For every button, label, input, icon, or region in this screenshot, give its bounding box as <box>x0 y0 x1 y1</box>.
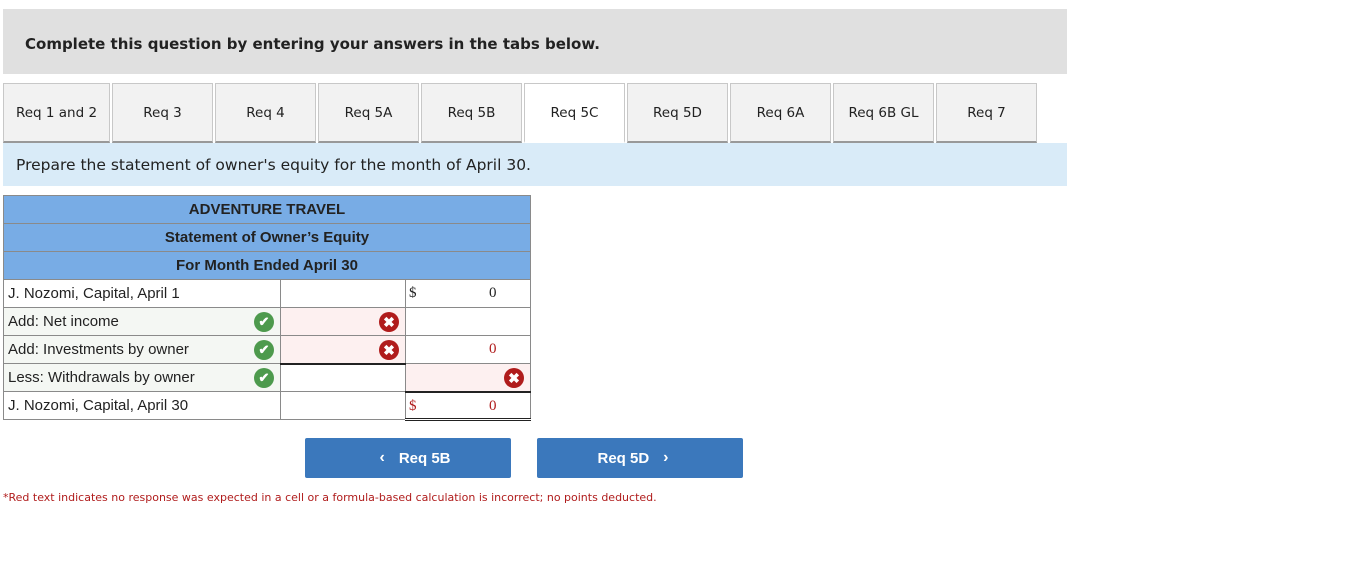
tab-req-5d[interactable]: Req 5D <box>627 83 728 143</box>
right-input[interactable]: $ 0 <box>405 279 531 308</box>
prev-label: Req 5B <box>398 449 451 467</box>
prev-button[interactable]: ‹ Req 5B <box>305 438 511 478</box>
mid-input[interactable] <box>280 391 406 420</box>
check-icon: ✔ <box>254 340 274 360</box>
amount: 0 <box>489 397 497 414</box>
tab-req-5a[interactable]: Req 5A <box>318 83 419 143</box>
tab-req-7[interactable]: Req 7 <box>936 83 1037 143</box>
table-row: Less: Withdrawals by owner ✔ ✖ <box>3 363 531 393</box>
mid-input[interactable]: ✖ <box>280 307 406 336</box>
next-button[interactable]: Req 5D › <box>537 438 743 478</box>
dollar-sign: $ <box>409 397 417 414</box>
chevron-left-icon: ‹ <box>379 449 385 466</box>
tab-req-5c[interactable]: Req 5C <box>524 83 625 143</box>
chevron-right-icon: › <box>663 449 669 466</box>
cross-icon: ✖ <box>504 368 524 388</box>
prompt-bar: Prepare the statement of owner's equity … <box>3 143 1067 186</box>
table-row: Add: Net income ✔ ✖ <box>3 307 531 336</box>
prompt-text: Prepare the statement of owner's equity … <box>16 156 531 174</box>
cross-icon: ✖ <box>379 340 399 360</box>
tab-req-4[interactable]: Req 4 <box>215 83 316 143</box>
row-label-net-income[interactable]: Add: Net income ✔ <box>3 307 281 336</box>
cross-icon: ✖ <box>379 312 399 332</box>
row-label-capital-april-1[interactable]: J. Nozomi, Capital, April 1 <box>3 279 281 308</box>
right-input[interactable]: $ 0 <box>405 391 531 421</box>
table-row: Add: Investments by owner ✔ ✖ 0 <box>3 335 531 365</box>
check-icon: ✔ <box>254 312 274 332</box>
right-input[interactable] <box>405 307 531 336</box>
statement-title: Statement of Owner’s Equity <box>3 223 531 252</box>
mid-input[interactable] <box>280 363 406 392</box>
instruction-bar: Complete this question by entering your … <box>3 9 1067 74</box>
row-label-capital-april-30[interactable]: J. Nozomi, Capital, April 30 <box>3 391 281 420</box>
next-label: Req 5D <box>597 449 650 467</box>
mid-input[interactable]: ✖ <box>280 335 406 365</box>
row-label-investments[interactable]: Add: Investments by owner ✔ <box>3 335 281 364</box>
mid-input[interactable] <box>280 279 406 308</box>
footnote: *Red text indicates no response was expe… <box>3 491 657 504</box>
check-icon: ✔ <box>254 368 274 388</box>
tab-req-3[interactable]: Req 3 <box>112 83 213 143</box>
statement-table: ADVENTURE TRAVEL Statement of Owner’s Eq… <box>3 195 531 421</box>
table-row: J. Nozomi, Capital, April 30 $ 0 <box>3 391 531 421</box>
right-input[interactable]: ✖ <box>405 363 531 393</box>
tab-req-6b-gl[interactable]: Req 6B GL <box>833 83 934 143</box>
amount: 0 <box>489 341 497 357</box>
dollar-sign: $ <box>409 285 417 301</box>
row-label-withdrawals[interactable]: Less: Withdrawals by owner ✔ <box>3 363 281 392</box>
table-row: J. Nozomi, Capital, April 1 $ 0 <box>3 279 531 308</box>
tab-req-5b[interactable]: Req 5B <box>421 83 522 143</box>
tab-req-1-and-2[interactable]: Req 1 and 2 <box>3 83 110 143</box>
statement-period: For Month Ended April 30 <box>3 251 531 280</box>
right-input[interactable]: 0 <box>405 335 531 364</box>
company-name: ADVENTURE TRAVEL <box>3 195 531 224</box>
amount: 0 <box>489 285 497 301</box>
tab-req-6a[interactable]: Req 6A <box>730 83 831 143</box>
instruction-text: Complete this question by entering your … <box>25 35 600 53</box>
tab-bar: Req 1 and 2 Req 3 Req 4 Req 5A Req 5B Re… <box>3 83 1039 143</box>
